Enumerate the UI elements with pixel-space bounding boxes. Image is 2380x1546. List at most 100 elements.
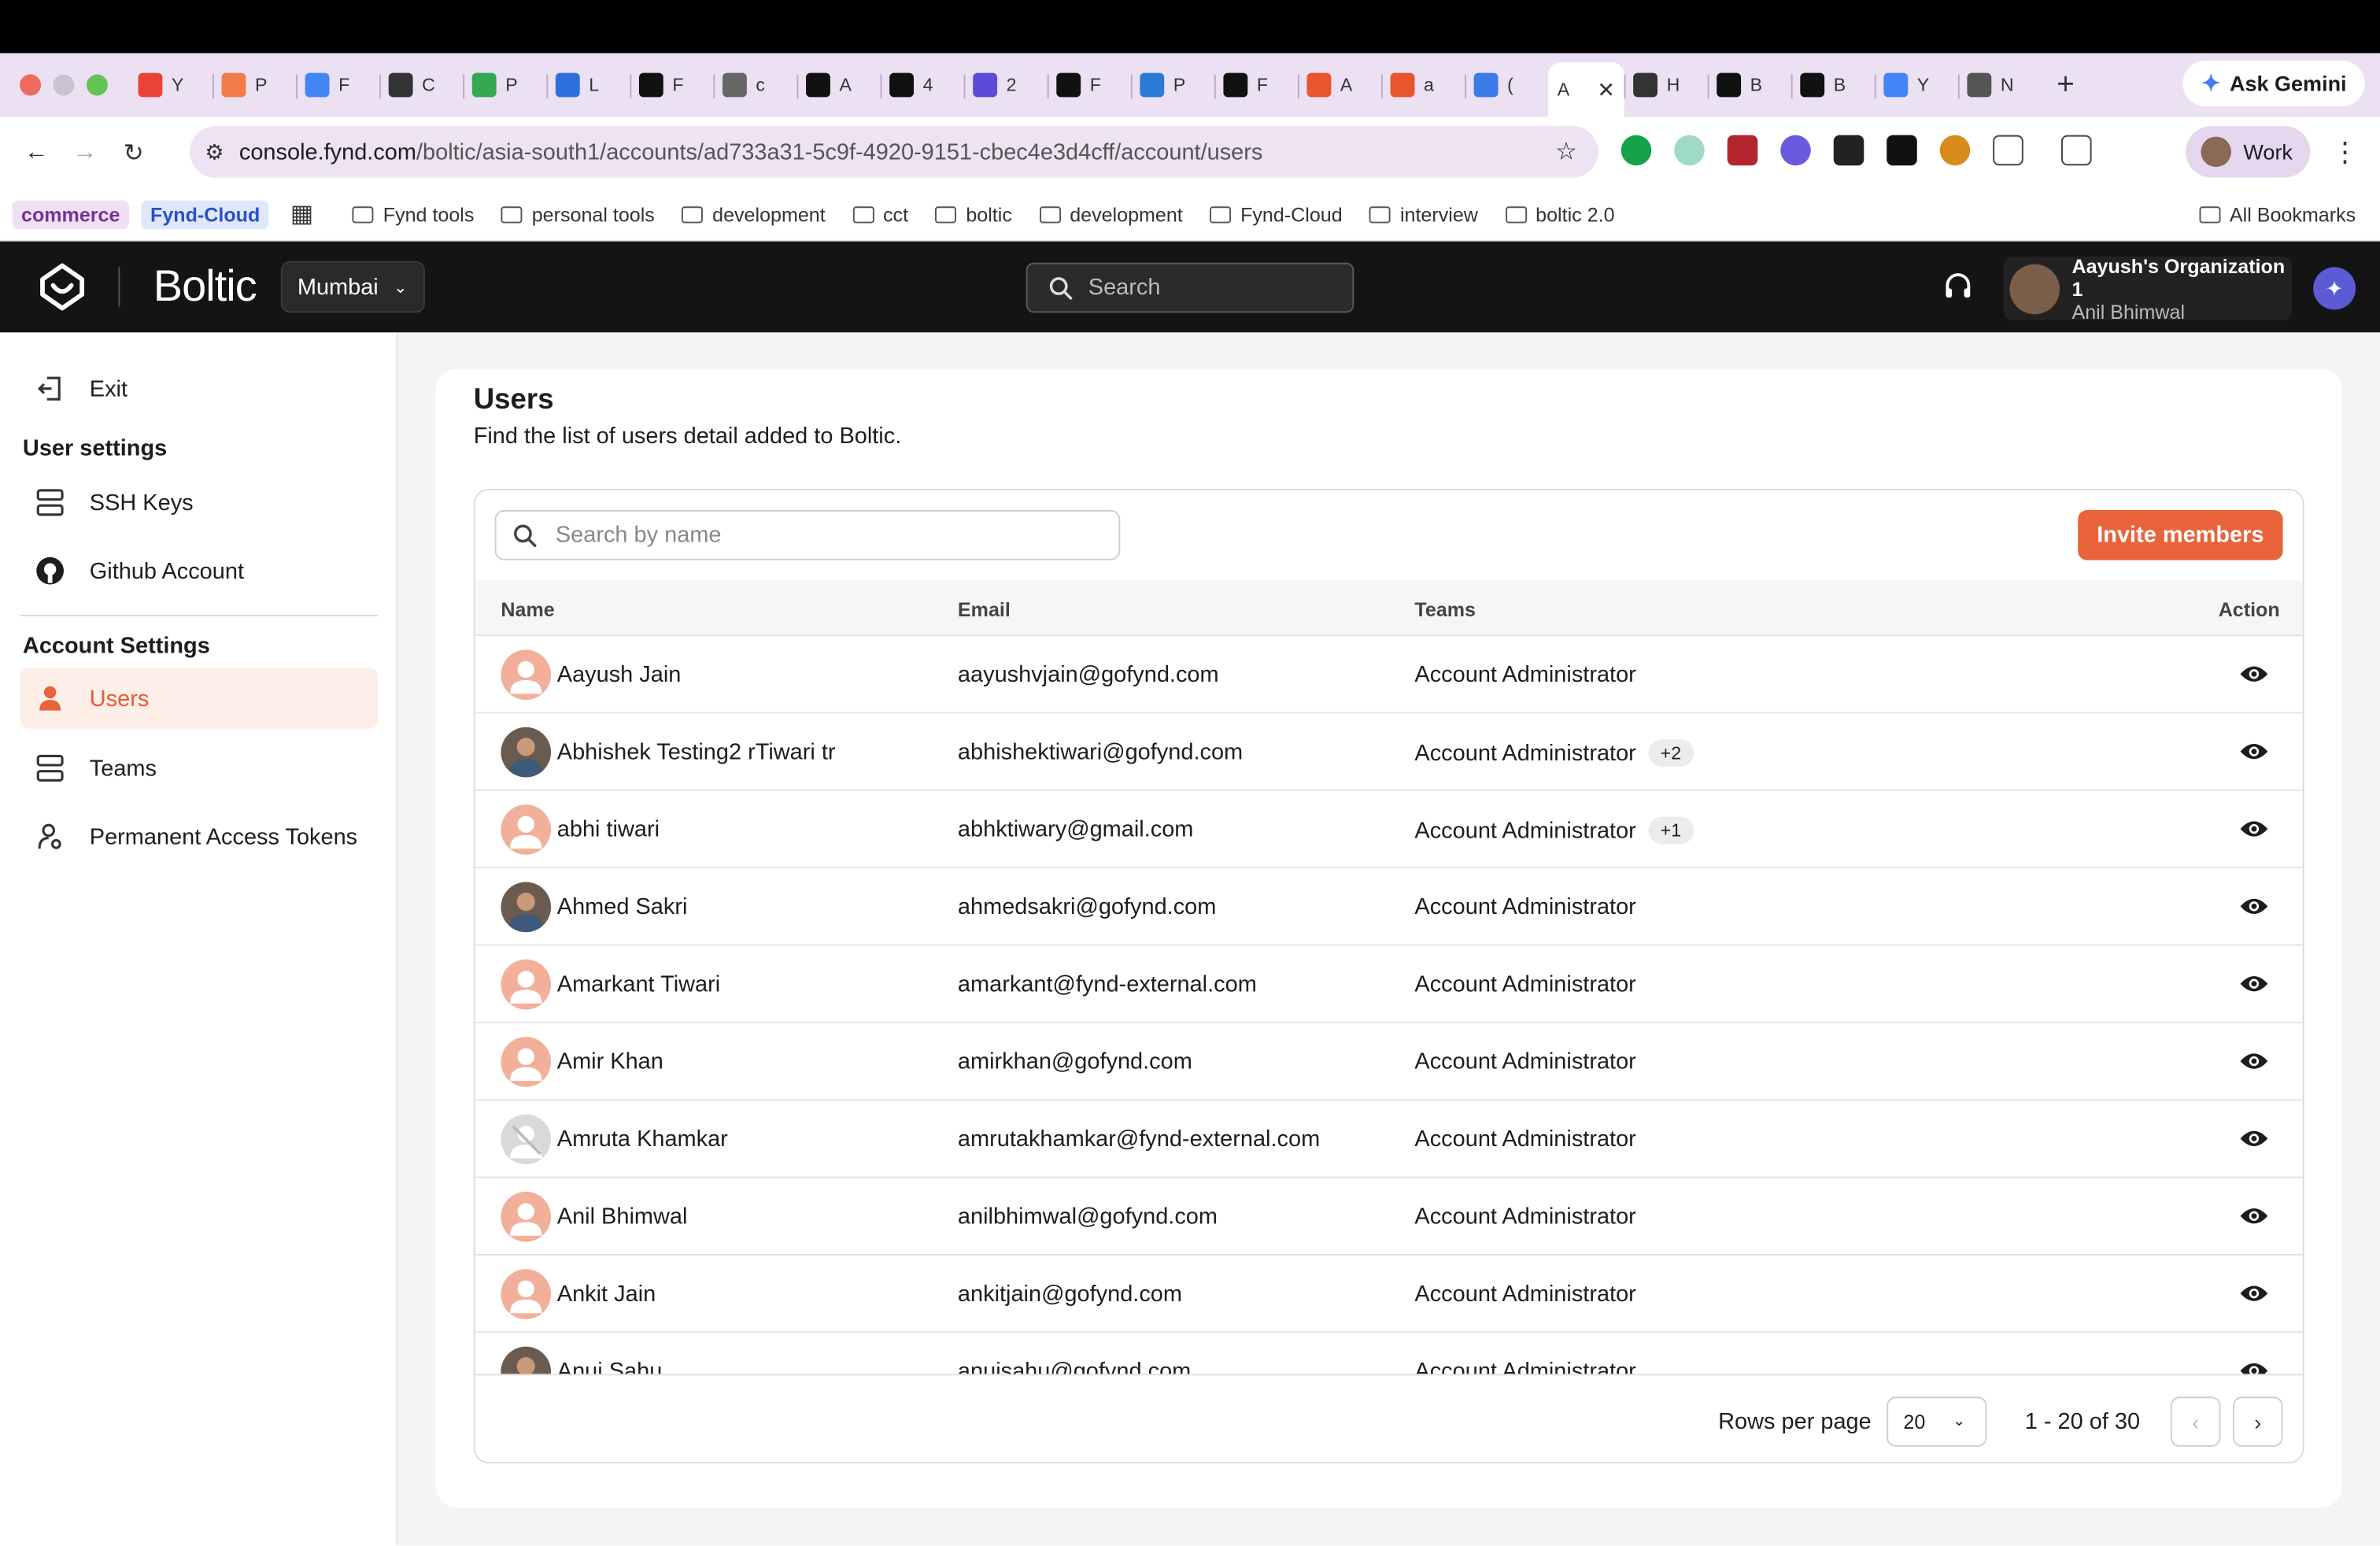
sidebar-item-users[interactable]: Users bbox=[20, 668, 379, 729]
extension-icon[interactable] bbox=[1727, 135, 1758, 166]
browser-tab[interactable]: F bbox=[630, 62, 713, 108]
bookmark-folder[interactable]: interview bbox=[1369, 202, 1478, 225]
table-row[interactable]: Amir Khan amirkhan@gofynd.com Account Admi… bbox=[475, 1023, 2303, 1101]
previous-page-button[interactable]: ‹ bbox=[2170, 1396, 2221, 1447]
extension-icon[interactable] bbox=[1780, 135, 1811, 166]
region-selector[interactable]: Mumbai ⌄ bbox=[280, 261, 425, 313]
all-bookmarks[interactable]: All Bookmarks bbox=[2199, 202, 2356, 225]
view-eye-icon[interactable] bbox=[2239, 662, 2270, 686]
tab-search-icon[interactable] bbox=[2060, 135, 2092, 166]
bookmark-folder[interactable]: boltic bbox=[935, 202, 1012, 225]
view-eye-icon[interactable] bbox=[2239, 894, 2270, 919]
view-eye-icon[interactable] bbox=[2239, 1282, 2270, 1306]
more-teams-badge[interactable]: +2 bbox=[1648, 739, 1694, 767]
browser-tab[interactable]: 4 bbox=[880, 62, 964, 108]
close-tab-icon[interactable]: ✕ bbox=[1597, 76, 1615, 102]
browser-tab[interactable]: B bbox=[1791, 62, 1875, 108]
view-eye-icon[interactable] bbox=[2239, 971, 2270, 996]
invite-members-button[interactable]: Invite members bbox=[2078, 509, 2283, 560]
sidebar-item-teams[interactable]: Teams bbox=[20, 738, 378, 798]
bookmark-commerce[interactable]: commerce bbox=[12, 199, 130, 229]
ask-gemini-button[interactable]: ✦ Ask Gemini bbox=[2183, 61, 2365, 106]
more-teams-badge[interactable]: +1 bbox=[1648, 816, 1694, 845]
browser-menu-icon[interactable]: ⋮ bbox=[2331, 137, 2359, 168]
puzzle-icon[interactable] bbox=[1993, 135, 2023, 166]
bookmark-star-icon[interactable]: ☆ bbox=[1555, 137, 1577, 168]
browser-tab[interactable]: c bbox=[713, 62, 796, 108]
sidebar-item-github-account[interactable]: Github Account bbox=[20, 541, 378, 601]
exit-button[interactable]: Exit bbox=[20, 358, 378, 419]
browser-tab[interactable]: A ✕ bbox=[1548, 62, 1624, 117]
browser-tab[interactable]: Y bbox=[1874, 62, 1958, 108]
view-eye-icon[interactable] bbox=[2239, 1049, 2270, 1074]
bookmark-folder[interactable]: development bbox=[1039, 202, 1183, 225]
view-eye-icon[interactable] bbox=[2239, 1359, 2270, 1374]
ai-assistant-icon[interactable]: ✦ bbox=[2313, 267, 2356, 310]
bookmark-folder[interactable]: Fynd-Cloud bbox=[1210, 202, 1343, 225]
maximize-window-button[interactable] bbox=[86, 74, 108, 96]
browser-tab[interactable]: A bbox=[796, 62, 880, 108]
apps-grid-icon[interactable]: ▦ bbox=[290, 199, 313, 230]
table-row[interactable]: Anuj Sahu anujsahu@gofynd.com Account Admi… bbox=[475, 1333, 2303, 1374]
minimize-window-button[interactable] bbox=[53, 74, 75, 96]
bookmark-folder[interactable]: personal tools bbox=[501, 202, 655, 225]
table-row[interactable]: Ahmed Sakri ahmedsakri@gofynd.com Account … bbox=[475, 868, 2303, 946]
browser-tab[interactable]: Y bbox=[129, 62, 213, 108]
table-row[interactable]: Amruta Khamkar amrutakhamkar@fynd-externa… bbox=[475, 1100, 2303, 1178]
column-header-email[interactable]: Email bbox=[958, 598, 1011, 621]
browser-tab[interactable]: P bbox=[212, 62, 296, 108]
table-row[interactable]: Abhishek Testing2 rTiwari tr abhishektiwa… bbox=[475, 713, 2303, 791]
address-bar[interactable]: ⚙ console.fynd.com /boltic/asia-south1/a… bbox=[190, 126, 1598, 178]
sidebar-item-ssh-keys[interactable]: SSH Keys bbox=[20, 472, 378, 533]
close-window-button[interactable] bbox=[20, 74, 42, 96]
next-page-button[interactable]: › bbox=[2232, 1396, 2283, 1447]
browser-tab[interactable]: a bbox=[1380, 62, 1465, 108]
column-header-name[interactable]: Name bbox=[501, 598, 554, 621]
view-eye-icon[interactable] bbox=[2239, 1204, 2270, 1228]
global-search[interactable]: Search bbox=[1026, 262, 1354, 313]
sidebar-item-permanent-access-tokens[interactable]: Permanent Access Tokens bbox=[20, 806, 378, 867]
browser-tab[interactable]: F bbox=[1214, 62, 1298, 108]
bookmark-folder[interactable]: cct bbox=[852, 202, 908, 225]
table-row[interactable]: Ankit Jain ankitjain@gofynd.com Account Ad… bbox=[475, 1256, 2303, 1333]
view-eye-icon[interactable] bbox=[2239, 817, 2270, 841]
support-headset-icon[interactable] bbox=[1943, 272, 1974, 302]
boltic-logo-icon[interactable] bbox=[36, 261, 88, 313]
bug-icon[interactable] bbox=[1939, 135, 1971, 166]
organization-switcher[interactable]: Aayush's Organization 1 Anil Bhimwal bbox=[2003, 254, 2293, 323]
browser-tab[interactable]: P bbox=[1130, 62, 1214, 108]
browser-tab[interactable]: ( bbox=[1465, 62, 1548, 108]
browser-tab[interactable]: A bbox=[1297, 62, 1381, 108]
browser-tab[interactable]: P bbox=[463, 62, 546, 108]
browser-tab[interactable]: L bbox=[546, 62, 630, 108]
browser-tab[interactable]: C bbox=[379, 62, 463, 108]
view-eye-icon[interactable] bbox=[2239, 1126, 2270, 1151]
browser-tab[interactable]: N bbox=[1957, 62, 2042, 108]
new-tab-button[interactable]: + bbox=[2057, 68, 2075, 102]
browser-tab[interactable]: H bbox=[1624, 62, 1708, 108]
profile-button[interactable]: Work bbox=[2186, 126, 2311, 178]
extension-icon[interactable] bbox=[1887, 135, 1917, 166]
back-icon[interactable]: ← bbox=[12, 139, 61, 166]
table-row[interactable]: Amarkant Tiwari amarkant@fynd-external.co… bbox=[475, 945, 2303, 1023]
browser-tab[interactable]: F bbox=[296, 62, 379, 108]
medium-icon[interactable] bbox=[1833, 135, 1864, 166]
table-row[interactable]: Aayush Jain aayushvjain@gofynd.com Account… bbox=[475, 636, 2303, 714]
forward-icon[interactable]: → bbox=[61, 139, 109, 166]
table-row[interactable]: abhi tiwari abhktiwary@gmail.com Account A… bbox=[475, 791, 2303, 869]
reload-icon[interactable]: ↻ bbox=[109, 138, 158, 168]
search-by-name-input[interactable]: Search by name bbox=[494, 509, 1121, 560]
grammarly-icon[interactable] bbox=[1621, 135, 1652, 166]
browser-tab[interactable]: F bbox=[1047, 62, 1131, 108]
bookmark-folder[interactable]: boltic 2.0 bbox=[1505, 202, 1615, 225]
table-row[interactable]: Anil Bhimwal anilbhimwal@gofynd.com Accoun… bbox=[475, 1178, 2303, 1256]
bookmark-fynd-cloud[interactable]: Fynd-Cloud bbox=[141, 199, 269, 229]
bookmark-folder[interactable]: development bbox=[682, 202, 826, 225]
rows-per-page-select[interactable]: 20 ⌄ bbox=[1887, 1396, 1987, 1447]
view-eye-icon[interactable] bbox=[2239, 739, 2270, 764]
extension-icon[interactable] bbox=[1674, 135, 1705, 166]
bookmark-folder[interactable]: Fynd tools bbox=[353, 202, 474, 225]
site-settings-icon[interactable]: ⚙ bbox=[205, 139, 224, 165]
browser-tab[interactable]: 2 bbox=[963, 62, 1048, 108]
column-header-teams[interactable]: Teams bbox=[1414, 598, 1476, 621]
